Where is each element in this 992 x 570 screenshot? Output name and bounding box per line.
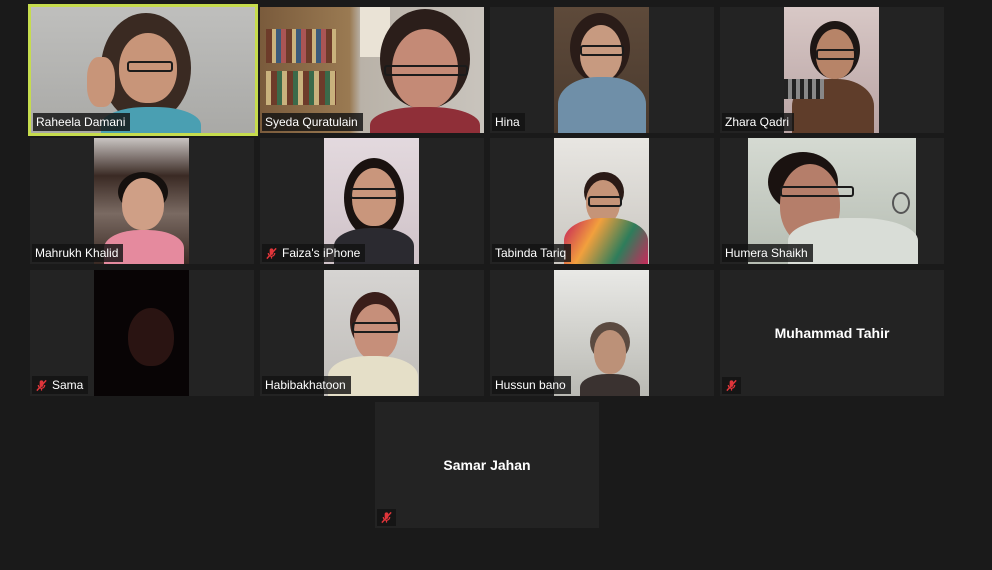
participant-name: Sama: [52, 378, 84, 392]
participant-name: Humera Shaikh: [725, 246, 808, 260]
participant-name-label: Sama: [32, 376, 89, 394]
participant-tile[interactable]: Samar Jahan: [375, 402, 599, 528]
participant-tile[interactable]: Syeda Quratulain: [260, 7, 484, 133]
participant-name-label: Hina: [492, 113, 525, 131]
participant-name-label: Faiza's iPhone: [262, 244, 366, 262]
participant-tile[interactable]: Tabinda Tariq: [490, 138, 714, 264]
microphone-muted-icon: [725, 379, 738, 392]
participant-name-label: Syeda Quratulain: [262, 113, 363, 131]
participant-name: Samar Jahan: [443, 457, 531, 473]
participant-tile[interactable]: Habibakhatoon: [260, 270, 484, 396]
participant-name-label: Tabinda Tariq: [492, 244, 572, 262]
participant-tile[interactable]: Muhammad Tahir: [720, 270, 944, 396]
microphone-muted-icon: [380, 511, 393, 524]
microphone-muted-icon: [35, 379, 48, 392]
participant-name: Mahrukh Khalid: [35, 246, 119, 260]
participant-name: Hussun bano: [495, 378, 566, 392]
participant-name-label: Raheela Damani: [33, 113, 131, 131]
participant-tile[interactable]: Zhara Qadri: [720, 7, 944, 133]
participant-name: Faiza's iPhone: [282, 246, 361, 260]
participant-name: Zhara Qadri: [725, 115, 790, 129]
participant-name: Raheela Damani: [36, 115, 126, 129]
participant-tile[interactable]: Hussun bano: [490, 270, 714, 396]
participant-name: Habibakhatoon: [265, 378, 346, 392]
participant-name: Tabinda Tariq: [495, 246, 567, 260]
participant-name-label: Hussun bano: [492, 376, 571, 394]
participant-tile[interactable]: Humera Shaikh: [720, 138, 944, 264]
participant-video: [784, 7, 879, 133]
participant-tile[interactable]: Sama: [30, 270, 254, 396]
participant-name: Muhammad Tahir: [774, 325, 890, 341]
participant-name-label: Habibakhatoon: [262, 376, 351, 394]
participant-tile[interactable]: Hina: [490, 7, 714, 133]
participant-name-label: Humera Shaikh: [722, 244, 813, 262]
microphone-muted-icon: [265, 247, 278, 260]
participant-video: [554, 7, 649, 133]
participant-tile[interactable]: Faiza's iPhone: [260, 138, 484, 264]
mute-indicator: [722, 377, 741, 394]
participant-name-label: Mahrukh Khalid: [32, 244, 124, 262]
participant-tile[interactable]: Raheela Damani: [28, 4, 258, 136]
participant-name-label: Zhara Qadri: [722, 113, 795, 131]
participant-tile[interactable]: Mahrukh Khalid: [30, 138, 254, 264]
mute-indicator: [377, 509, 396, 526]
participant-name: Syeda Quratulain: [265, 115, 358, 129]
participant-video: [94, 270, 189, 396]
participant-name: Hina: [495, 115, 520, 129]
